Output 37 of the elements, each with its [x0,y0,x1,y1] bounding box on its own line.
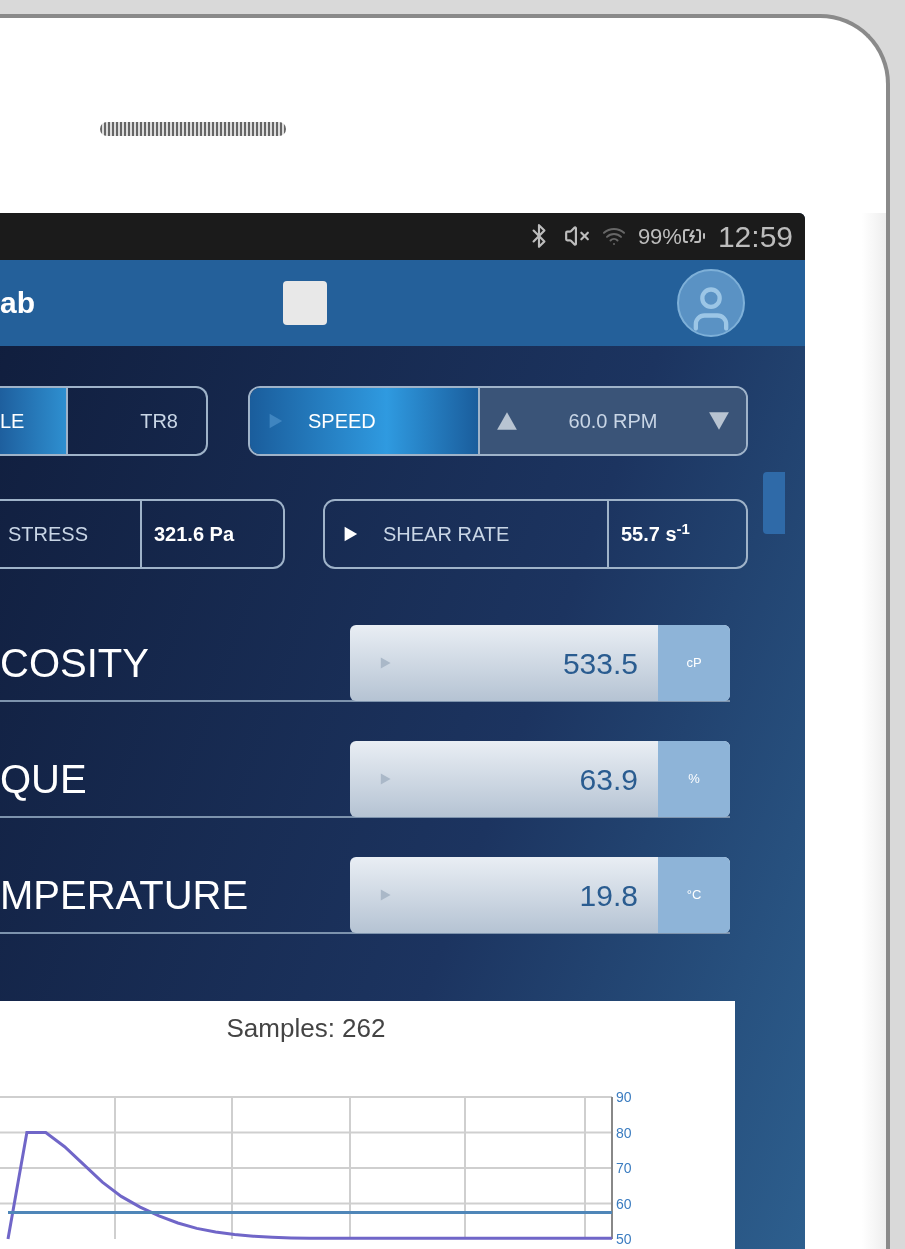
measurement-label: QUE [0,756,88,803]
measurement-unit: % [658,741,730,817]
measurement-label: COSITY [0,640,150,687]
measurement-label: MPERATURE [0,872,250,919]
speed-control[interactable]: SPEED 60.0 RPM [248,386,748,456]
scroll-handle[interactable] [763,472,785,534]
decrease-icon [708,410,730,432]
readout-value: 55.7 s$^{-1}$ [621,519,690,547]
app-title: ab [0,285,36,322]
readout[interactable]: STRESS 321.6 Pa [0,499,285,569]
readout-label: STRESS [8,522,89,547]
play-icon [378,772,392,786]
play-icon [378,656,392,670]
measurement-unit: °C [658,857,730,933]
spindle-value: TR8 [66,388,206,454]
chart-title: Samples: 262 [225,1012,387,1045]
axis-tick-label: 50 [616,1231,632,1247]
spindle-label[interactable]: LE [0,388,66,454]
battery-percent: 99% [637,222,682,251]
axis-tick-label: 80 [616,1124,632,1141]
measurement-unit: cP [658,625,730,701]
readout-label: SHEAR RATE [383,522,510,547]
axis-tick-label: 90 [616,1089,632,1105]
speed-label[interactable]: SPEED [250,388,478,454]
axis-tick-label: 70 [616,1160,632,1176]
device-icon[interactable] [283,280,327,325]
increase-icon [496,410,518,432]
spindle-control[interactable]: LE TR8 [0,386,208,456]
measurement-value: 19.8 [578,877,638,914]
speed-value: 60.0 RPM [567,409,659,434]
measurement-value: 533.5 [561,645,638,682]
measurement-value: 63.9 [578,761,638,798]
readout-value: 321.6 Pa [154,522,235,547]
readout[interactable]: SHEAR RATE 55.7 s$^{-1}$ [323,499,748,569]
axis-tick-label: 60 [616,1195,632,1212]
clock: 12:59 [717,218,793,255]
play-icon [378,888,392,902]
